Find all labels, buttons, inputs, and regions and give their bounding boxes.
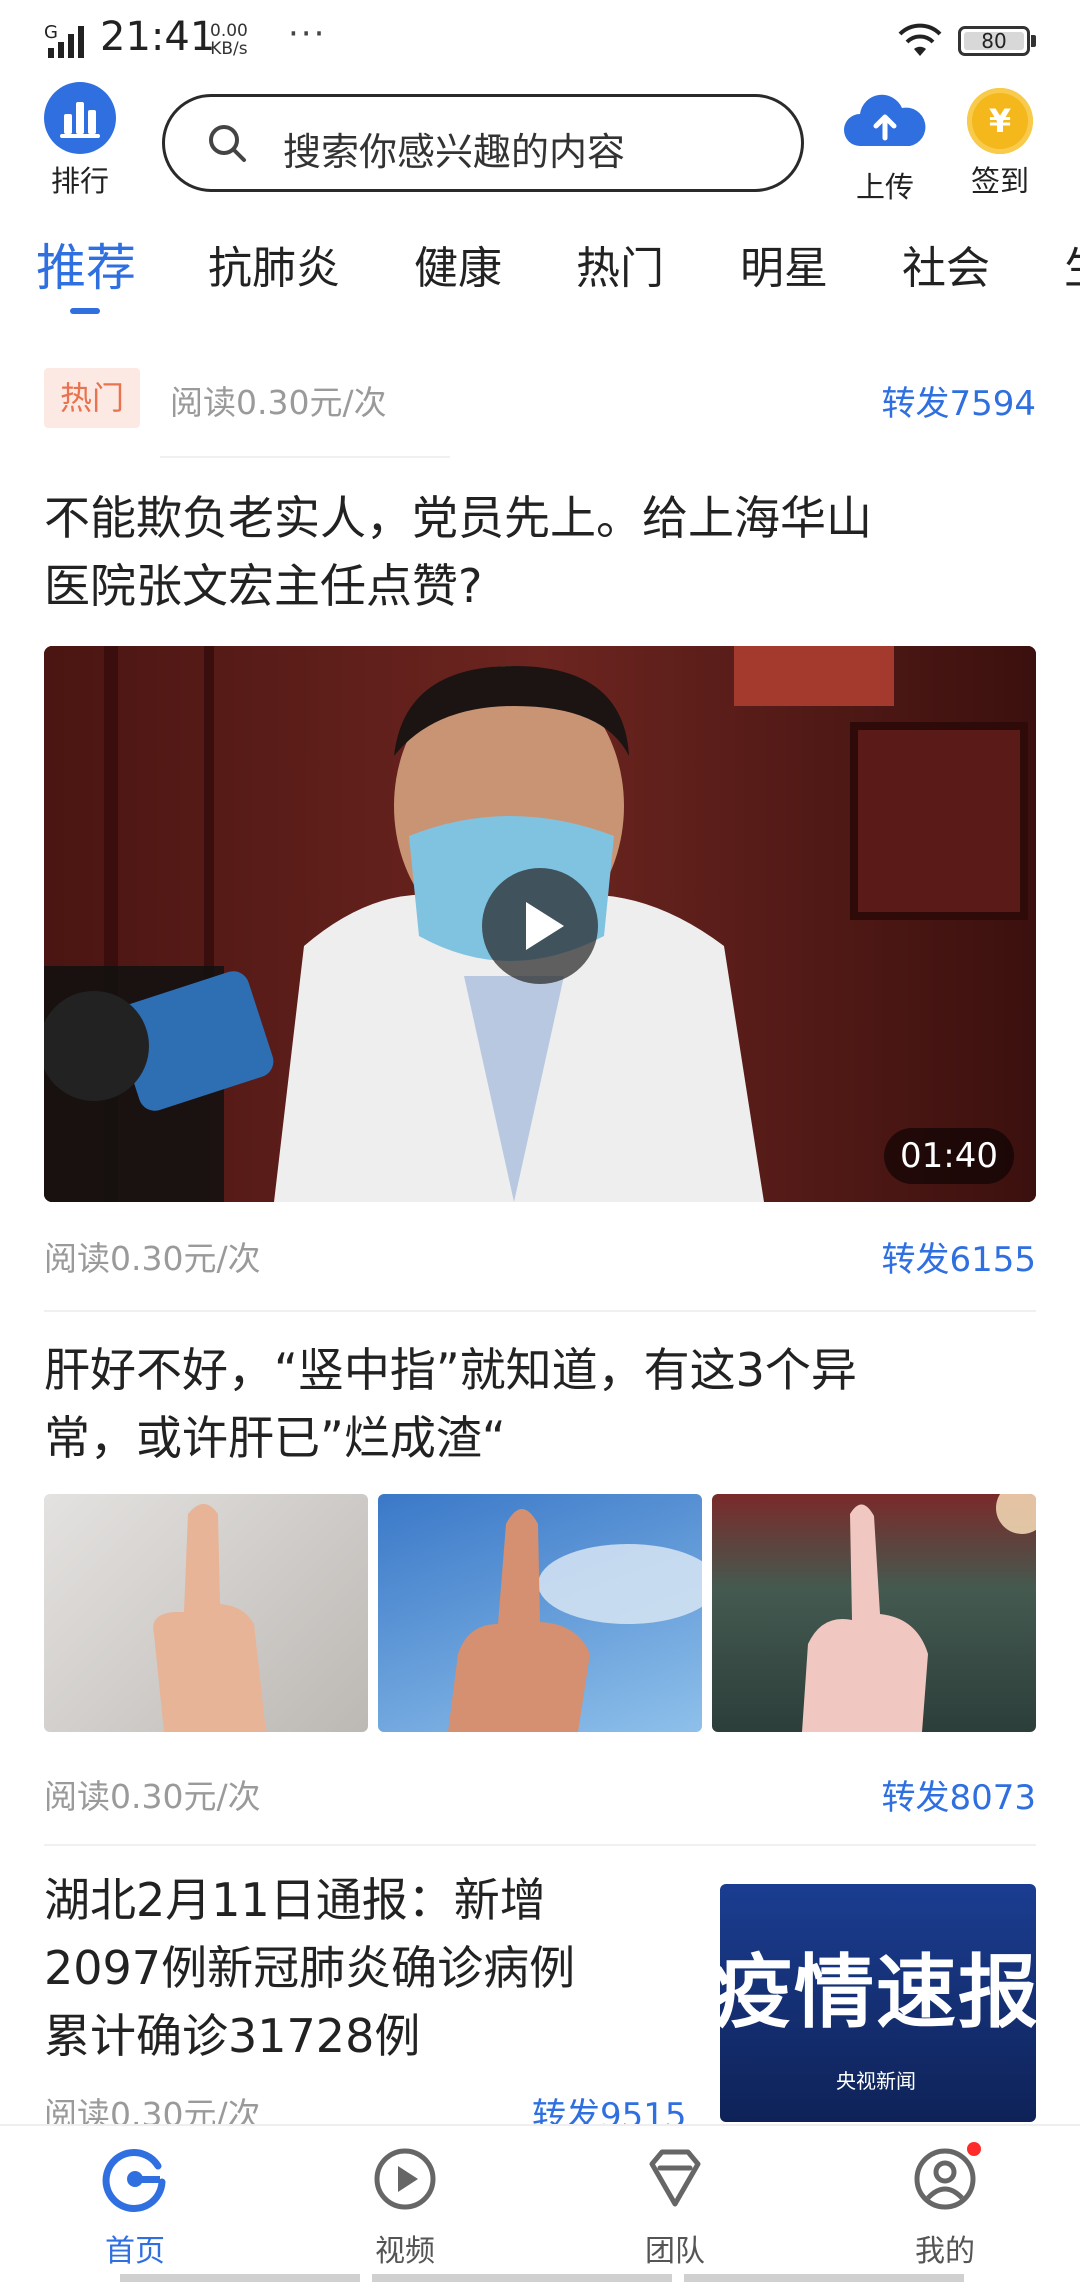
nav-video-label: 视频 [375,2234,435,2269]
bottom-navigation: 首页 视频 团队 我的 [0,2124,1080,2282]
news-banner-text: 疫情速报 [720,1946,1036,2039]
search-icon [209,125,246,162]
article-2-image-2[interactable] [378,1494,702,1732]
sign-in-button[interactable]: ¥ 签到 [950,86,1050,200]
article-1-title-line1: 不能欺负老实人，党员先上。给上海华山 [44,491,872,545]
share-count[interactable]: 转发6155 [881,1232,1036,1281]
video-thumbnail[interactable]: 01:40 [44,646,1036,1202]
svg-text:G: G [44,22,58,43]
gesture-bar-segment [120,2274,360,2282]
nav-home[interactable]: 首页 [55,2146,215,2270]
video-duration: 01:40 [884,1128,1014,1184]
article-3-image[interactable]: 疫情速报 央视新闻 [720,1884,1036,2122]
tab-stars[interactable]: 明星 [740,232,828,296]
tab-health[interactable]: 健康 [414,232,502,296]
cctv-news-logo: 央视新闻 [836,2069,916,2093]
network-speed: 0.00 KB/s [210,22,248,58]
nav-team-label: 团队 [645,2234,705,2269]
divider [160,456,450,458]
rank-button[interactable]: 排行 [30,82,130,200]
battery-level: 80 [981,29,1007,53]
signal-icon: G [44,22,84,58]
share-count[interactable]: 转发8073 [881,1770,1036,1819]
article-3-title-line1: 湖北2月11日通报：新增 [44,1873,546,1927]
nav-mine-label: 我的 [915,2234,975,2269]
divider [44,1844,1036,1846]
article-2-image-3[interactable] [712,1494,1036,1732]
read-reward: 阅读0.30元/次 [170,383,387,422]
read-reward: 阅读0.30元/次 [44,2095,261,2126]
notification-dot [967,2142,981,2156]
article-1-title-line2: 医院张文宏主任点赞? [44,559,483,613]
article-1-meta: 阅读0.30元/次 转发6155 [44,1228,1036,1288]
article-3-title-line2: 2097例新冠肺炎确诊病例 [44,1941,576,1995]
bar-chart-icon [44,82,116,154]
tab-recommend[interactable]: 推荐 [36,228,136,300]
upload-button[interactable]: 上传 [840,86,930,206]
article-2[interactable]: 肝好不好，“竖中指”就知道，有这3个异 常，或许肝已”烂成渣“ [44,1336,1036,1476]
status-bar: G 21:41 0.00 KB/s ··· 80 [0,0,1080,84]
share-count[interactable]: 转发9515 [532,2088,687,2126]
hot-meta-row: 热门 阅读0.30元/次 转发7594 [44,368,1036,432]
article-1[interactable]: 不能欺负老实人，党员先上。给上海华山 医院张文宏主任点赞? [44,484,1036,624]
hot-badge: 热门 [44,368,140,428]
wifi-icon [898,23,942,56]
article-3-meta: 阅读0.30元/次 转发9515 [44,2086,694,2126]
nav-home-label: 首页 [105,2234,165,2269]
article-2-title-line2: 常，或许肝已”烂成渣“ [44,1411,506,1465]
gesture-bar-segment [372,2274,672,2282]
coin-icon: ¥ [967,88,1033,154]
tab-society[interactable]: 社会 [902,232,990,296]
gesture-bar-segment [684,2274,964,2282]
home-icon [102,2149,166,2212]
category-tabs: 推荐 抗肺炎 健康 热门 明星 社会 生 [0,226,1080,316]
read-reward: 阅读0.30元/次 [44,1239,261,1278]
clock: 21:41 [100,14,216,60]
search-bar[interactable]: 搜索你感兴趣的内容 [162,94,804,192]
video-play-icon [374,2148,436,2210]
nav-team[interactable]: 团队 [595,2146,755,2270]
cloud-upload-icon [844,94,926,146]
nav-mine[interactable]: 我的 [865,2142,1025,2270]
upload-label: 上传 [855,170,914,204]
play-icon[interactable] [482,868,598,984]
more-icon: ··· [288,14,327,54]
share-count[interactable]: 转发7594 [881,376,1036,425]
article-2-meta: 阅读0.30元/次 转发8073 [44,1766,1036,1826]
network-speed-value: 0.00 [210,21,248,41]
user-icon [914,2148,976,2210]
article-3-title-line3: 累计确诊31728例 [44,2009,421,2063]
tab-fight-pneumonia[interactable]: 抗肺炎 [208,232,340,296]
search-placeholder: 搜索你感兴趣的内容 [283,130,626,174]
article-2-title-line1: 肝好不好，“竖中指”就知道，有这3个异 [44,1343,857,1397]
read-reward: 阅读0.30元/次 [44,1777,261,1816]
rank-label: 排行 [50,164,109,198]
active-tab-indicator [70,308,100,314]
tab-more[interactable]: 生 [1064,232,1080,296]
article-2-image-1[interactable] [44,1494,368,1732]
nav-video[interactable]: 视频 [325,2146,485,2270]
article-3[interactable]: 湖北2月11日通报：新增 2097例新冠肺炎确诊病例 累计确诊31728例 [44,1866,694,2076]
battery-cap [1031,35,1036,47]
diamond-icon [649,2149,701,2207]
sign-label: 签到 [970,164,1029,198]
network-speed-unit: KB/s [210,39,248,59]
tab-hot[interactable]: 热门 [576,232,664,296]
divider [44,1310,1036,1312]
